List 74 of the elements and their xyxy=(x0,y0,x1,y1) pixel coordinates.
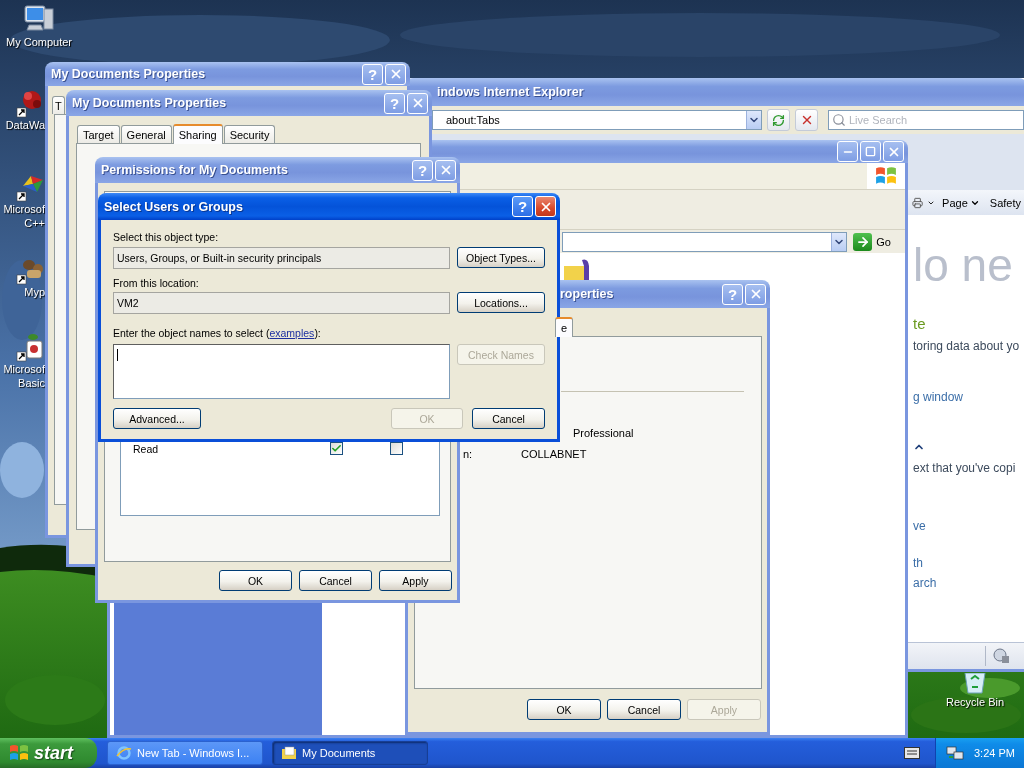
address-field[interactable] xyxy=(562,231,848,252)
page-link[interactable]: ve xyxy=(913,517,926,535)
ok-button[interactable]: OK xyxy=(219,570,292,591)
toolbar-menu[interactable]: Page xyxy=(939,196,983,209)
minimize-button[interactable] xyxy=(837,141,858,162)
cancel-button[interactable]: Cancel xyxy=(299,570,372,591)
tab[interactable]: Security xyxy=(223,125,276,143)
info-label: n: xyxy=(463,447,474,461)
tab[interactable]: e xyxy=(555,317,574,337)
keyboard-icon[interactable] xyxy=(904,747,920,759)
refresh-icon xyxy=(772,113,785,127)
page-text: ext that you've copi xyxy=(913,460,1016,477)
window-title: indows Internet Explorer xyxy=(436,85,585,99)
advanced-button[interactable]: Advanced... xyxy=(113,408,201,429)
stop-button[interactable] xyxy=(795,109,818,131)
close-button[interactable] xyxy=(435,159,456,181)
page-link[interactable]: th xyxy=(913,554,923,572)
close-button[interactable] xyxy=(407,92,428,114)
icon-label[interactable]: Recycle Bin xyxy=(945,696,1005,709)
apply-button[interactable]: Apply xyxy=(379,570,452,591)
maximize-button[interactable] xyxy=(860,141,881,162)
tab[interactable]: Target xyxy=(77,125,120,143)
go-button[interactable]: Go xyxy=(851,232,893,251)
object-type-field: Users, Groups, or Built-in security principals xyxy=(113,247,450,269)
cancel-button[interactable]: Cancel xyxy=(472,408,545,429)
section-heading: te xyxy=(913,315,926,333)
field-label: Enter the object names to select (examples): xyxy=(113,326,322,340)
maximize-icon xyxy=(865,146,876,157)
folder-icon xyxy=(281,745,297,761)
locations-button[interactable]: Locations... xyxy=(457,292,545,313)
start-button[interactable]: start xyxy=(0,738,97,768)
close-button[interactable] xyxy=(535,196,556,217)
tab[interactable]: General xyxy=(120,125,172,143)
windows-flag-icon xyxy=(9,743,29,763)
examples-link[interactable]: examples xyxy=(269,327,315,339)
window-title: Permissions for My Documents xyxy=(101,163,289,177)
tab[interactable]: Sharing xyxy=(172,124,223,144)
page-link[interactable]: g window xyxy=(913,388,964,406)
window-title: roperties xyxy=(559,287,615,301)
security-zone-icon xyxy=(992,647,1012,665)
page-heading: lo ne xyxy=(913,238,1013,293)
field-label: Select this object type: xyxy=(113,230,220,244)
field-label: From this location: xyxy=(113,276,200,290)
permission-name: Read xyxy=(133,442,160,455)
page-link[interactable]: arch xyxy=(913,574,937,592)
search-field[interactable]: Live Search xyxy=(828,110,1024,130)
network-icon[interactable] xyxy=(946,745,964,761)
search-icon xyxy=(832,113,846,127)
printer-icon[interactable] xyxy=(912,195,924,210)
windows-flag-icon xyxy=(875,165,897,187)
browser-icon xyxy=(116,745,132,761)
window-title: My Documents Properties xyxy=(72,96,228,110)
folder-icon xyxy=(562,258,592,280)
dropdown-button[interactable] xyxy=(746,111,761,129)
refresh-button[interactable] xyxy=(767,109,790,131)
toolbar-menu[interactable]: Safety xyxy=(986,196,1024,209)
object-types-button[interactable]: Object Types... xyxy=(457,247,545,268)
deny-checkbox[interactable] xyxy=(390,442,403,455)
location-field: VM2 xyxy=(113,292,450,314)
close-button[interactable] xyxy=(883,141,904,162)
dropdown-button[interactable] xyxy=(831,232,847,251)
allow-checkbox[interactable] xyxy=(330,442,343,455)
address-field[interactable]: about:Tabs xyxy=(432,110,762,130)
close-button[interactable] xyxy=(745,283,766,305)
info-text: Professional xyxy=(572,426,635,440)
info-value: COLLABNET xyxy=(521,447,588,461)
clock: 3:24 PM xyxy=(974,747,1015,759)
object-names-field[interactable] xyxy=(113,344,450,399)
window-title: Select Users or Groups xyxy=(104,199,244,214)
page-text: toring data about yo xyxy=(913,338,1020,355)
taskbar-button[interactable]: My Documents xyxy=(272,741,428,765)
tab[interactable]: T xyxy=(52,96,65,114)
ok-button[interactable]: OK xyxy=(527,699,601,720)
cancel-button[interactable]: Cancel xyxy=(607,699,681,720)
